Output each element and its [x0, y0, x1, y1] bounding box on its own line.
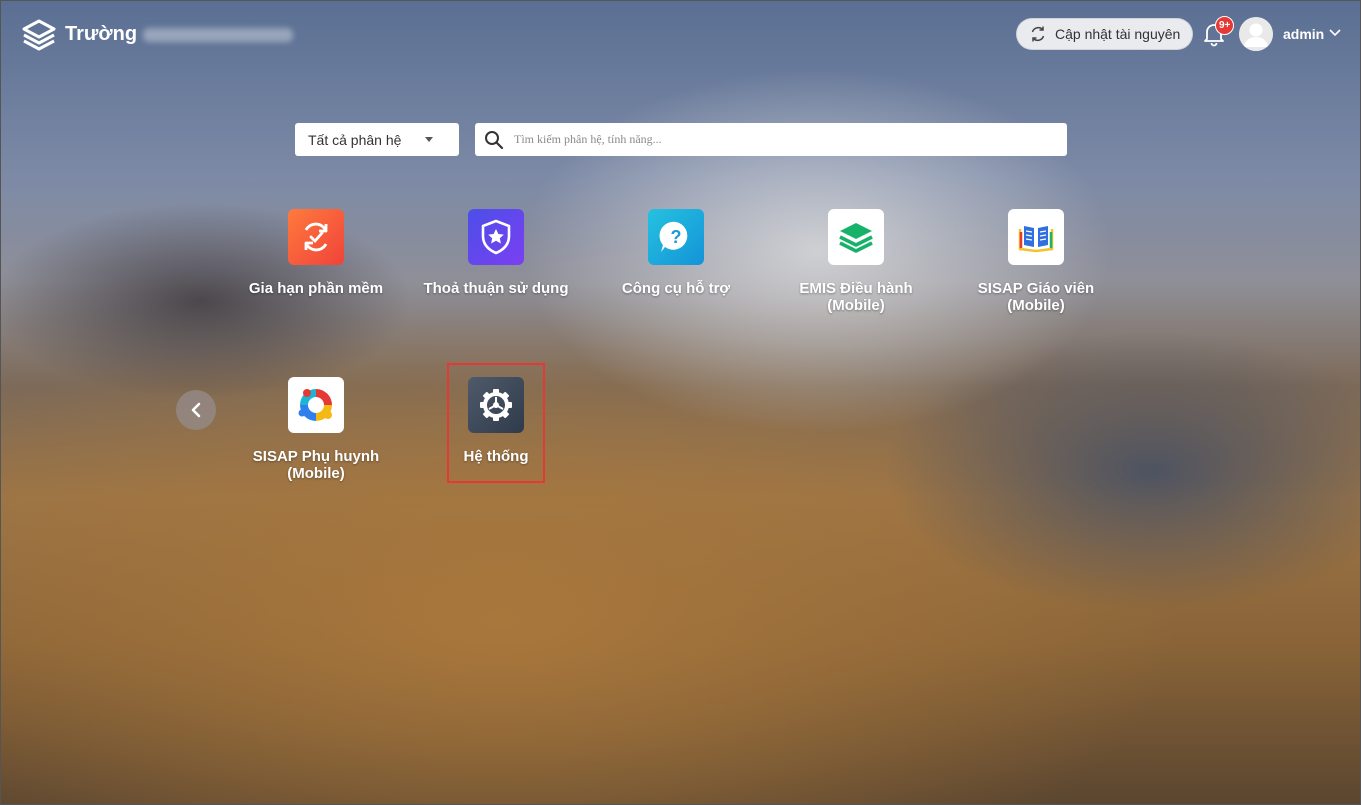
- svg-text:?: ?: [671, 227, 682, 247]
- shield-icon: [468, 209, 524, 265]
- search-icon: [485, 130, 504, 149]
- search-input[interactable]: [512, 131, 1056, 148]
- app-sisap-teacher[interactable]: SISAP Giáo viên (Mobile): [956, 209, 1116, 314]
- previous-page-button[interactable]: [176, 390, 216, 430]
- dropdown-arrow-icon: [425, 137, 433, 142]
- app-logo-icon[interactable]: [21, 19, 57, 51]
- redacted-name: [143, 27, 294, 42]
- school-title-text: Trường: [65, 23, 138, 45]
- sisap-parent-logo-icon: [288, 377, 344, 433]
- app-label: Công cụ hỗ trợ: [621, 280, 731, 297]
- app-background: Trường Cập nhật tài nguyên 9+ admin Tất …: [0, 0, 1361, 805]
- update-resources-label: Cập nhật tài nguyên: [1055, 26, 1181, 42]
- app-label: EMIS Điều hành (Mobile): [799, 280, 913, 314]
- user-avatar-icon: [1239, 17, 1273, 51]
- user-name[interactable]: admin: [1283, 26, 1324, 42]
- app-label: Gia hạn phần mềm: [248, 280, 384, 297]
- notification-badge: 9+: [1215, 16, 1235, 35]
- renew-icon: [288, 209, 344, 265]
- top-bar: Trường Cập nhật tài nguyên 9+ admin: [1, 1, 1360, 67]
- app-usage-agreement[interactable]: Thoả thuận sử dụng: [416, 209, 576, 297]
- selection-highlight: [447, 363, 545, 483]
- app-sisap-parent[interactable]: SISAP Phụ huynh (Mobile): [236, 377, 396, 482]
- avatar[interactable]: [1239, 17, 1273, 51]
- school-title: Trường: [65, 23, 294, 46]
- chevron-left-icon: [191, 402, 201, 418]
- refresh-icon: [1031, 26, 1045, 42]
- category-select[interactable]: Tất cả phân hệ: [295, 123, 459, 156]
- book-icon: [1008, 209, 1064, 265]
- app-emis-mobile[interactable]: EMIS Điều hành (Mobile): [776, 209, 936, 314]
- help-chat-icon: ?: [648, 209, 704, 265]
- app-label: Thoả thuận sử dụng: [423, 280, 569, 297]
- chevron-down-icon[interactable]: [1329, 28, 1341, 38]
- category-select-value: Tất cả phân hệ: [308, 131, 402, 148]
- search-box[interactable]: [475, 123, 1067, 156]
- emis-logo-icon: [828, 209, 884, 265]
- update-resources-button[interactable]: Cập nhật tài nguyên: [1016, 18, 1193, 50]
- app-renew-software[interactable]: Gia hạn phần mềm: [236, 209, 396, 297]
- app-support-tools[interactable]: ? Công cụ hỗ trợ: [596, 209, 756, 297]
- app-label: SISAP Giáo viên (Mobile): [977, 280, 1095, 314]
- app-label: SISAP Phụ huynh (Mobile): [252, 448, 380, 482]
